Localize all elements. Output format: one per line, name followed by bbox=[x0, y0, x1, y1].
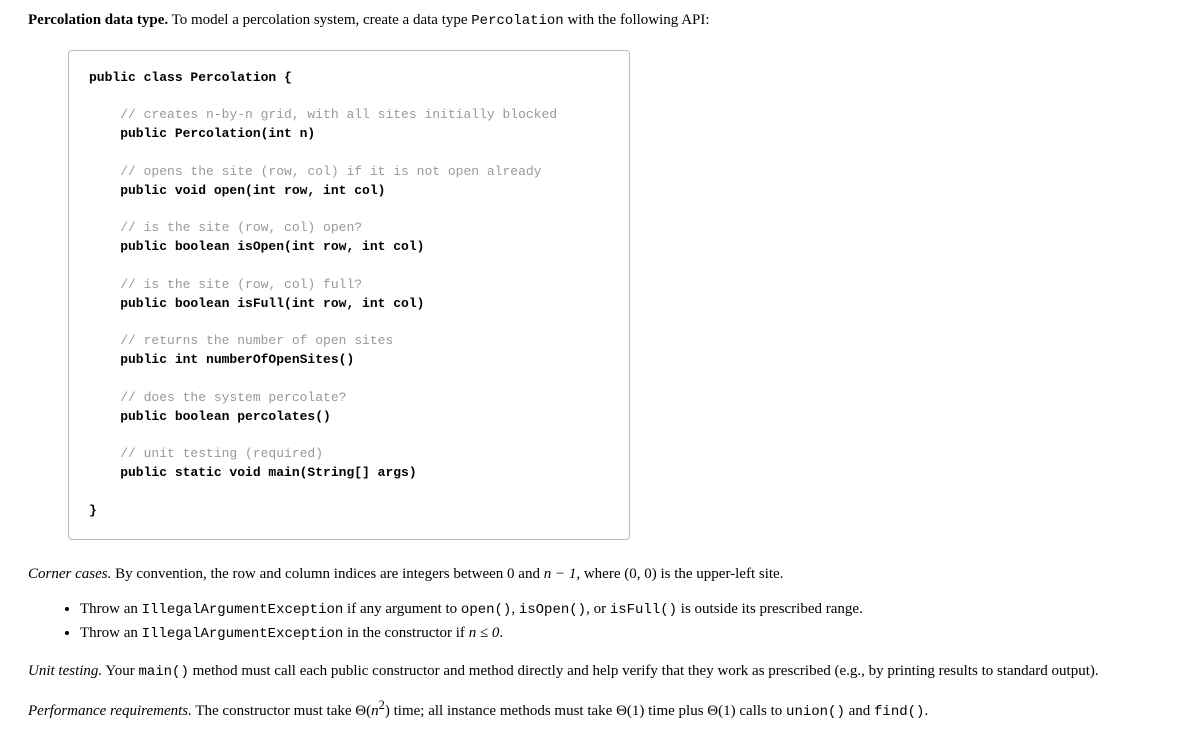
code-signature: public boolean isFull(int row, int col) bbox=[89, 296, 424, 311]
code-method: isOpen() bbox=[519, 602, 586, 618]
code-comment: // returns the number of open sites bbox=[89, 333, 393, 348]
code-signature: public Percolation(int n) bbox=[89, 126, 315, 141]
corner-n: n − 1 bbox=[544, 566, 577, 582]
code-method: open() bbox=[461, 602, 511, 618]
api-code-block: public class Percolation { // creates n-… bbox=[68, 50, 630, 540]
corner-cases-list: Throw an IllegalArgumentException if any… bbox=[28, 599, 1172, 645]
corner-cases-para: Corner cases. By convention, the row and… bbox=[28, 564, 1172, 585]
corner-text-b: , where (0, 0) is the upper-left site. bbox=[576, 566, 783, 582]
code-exception: IllegalArgumentException bbox=[142, 626, 344, 642]
code-class-close: } bbox=[89, 503, 97, 518]
code-signature: public int numberOfOpenSites() bbox=[89, 352, 354, 367]
code-signature: public boolean isOpen(int row, int col) bbox=[89, 239, 424, 254]
list-item: Throw an IllegalArgumentException in the… bbox=[80, 623, 1172, 645]
code-method: union() bbox=[786, 704, 845, 720]
code-method: isFull() bbox=[610, 602, 677, 618]
corner-cases-label: Corner cases. bbox=[28, 566, 111, 582]
code-signature: public static void main(String[] args) bbox=[89, 465, 417, 480]
code-comment: // does the system percolate? bbox=[89, 390, 346, 405]
heading-bold: Percolation data type. bbox=[28, 12, 168, 28]
math-n: n bbox=[371, 703, 379, 719]
code-method: find() bbox=[874, 704, 924, 720]
code-comment: // creates n-by-n grid, with all sites i… bbox=[89, 107, 557, 122]
code-signature: public boolean percolates() bbox=[89, 409, 331, 424]
code-comment: // is the site (row, col) full? bbox=[89, 277, 362, 292]
code-comment: // is the site (row, col) open? bbox=[89, 220, 362, 235]
performance-para: Performance requirements. The constructo… bbox=[28, 697, 1172, 723]
code-signature: public void open(int row, int col) bbox=[89, 183, 385, 198]
heading-code: Percolation bbox=[471, 13, 563, 29]
unit-testing-para: Unit testing. Your main() method must ca… bbox=[28, 661, 1172, 683]
code-comment: // opens the site (row, col) if it is no… bbox=[89, 164, 541, 179]
code-class-open: public class Percolation { bbox=[89, 70, 292, 85]
heading-tail: with the following API: bbox=[564, 12, 710, 28]
math-n: n ≤ 0 bbox=[469, 625, 500, 641]
code-comment: // unit testing (required) bbox=[89, 446, 323, 461]
list-item: Throw an IllegalArgumentException if any… bbox=[80, 599, 1172, 621]
heading-text: To model a percolation system, create a … bbox=[168, 12, 471, 28]
performance-label: Performance requirements. bbox=[28, 703, 192, 719]
code-exception: IllegalArgumentException bbox=[142, 602, 344, 618]
corner-text: By convention, the row and column indice… bbox=[111, 566, 543, 582]
section-heading: Percolation data type. To model a percol… bbox=[28, 10, 1172, 32]
code-method: main() bbox=[138, 664, 188, 680]
unit-testing-label: Unit testing. bbox=[28, 663, 102, 679]
